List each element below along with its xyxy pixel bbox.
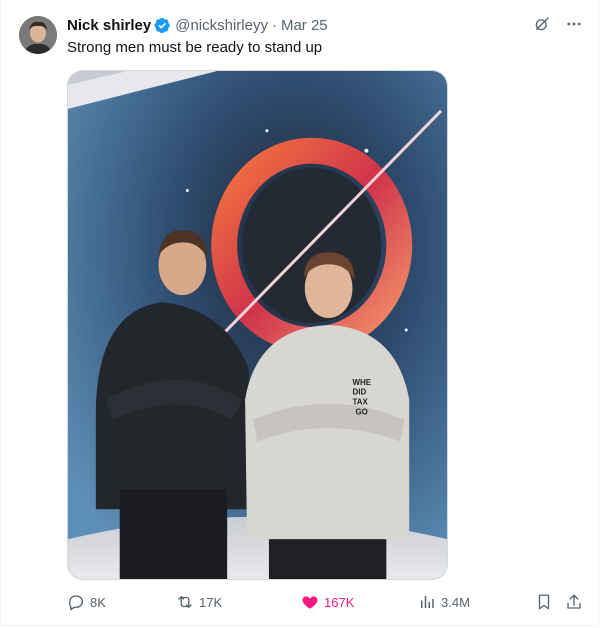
reply-icon [69, 595, 84, 611]
hoodie-text: WHE [352, 378, 371, 387]
photo-image: WHE DID TAX GO [68, 71, 447, 579]
share-button[interactable] [565, 593, 583, 611]
svg-text:GO: GO [355, 408, 367, 417]
tweet-date[interactable]: Mar 25 [281, 17, 328, 34]
svg-text:DID: DID [352, 388, 366, 397]
display-name[interactable]: Nick shirley [67, 17, 151, 34]
svg-text:TAX: TAX [352, 398, 368, 407]
like-button[interactable]: 167K [301, 593, 354, 611]
view-count: 3.4M [441, 594, 470, 610]
tweet-text: Strong men must be ready to stand up [67, 39, 323, 56]
tweet-photo[interactable]: WHE DID TAX GO [67, 70, 448, 580]
user-handle[interactable]: @nickshirleyy [175, 17, 268, 34]
reply-count: 8K [90, 594, 106, 610]
top-actions [532, 14, 584, 34]
repost-button[interactable]: 17K [176, 593, 222, 611]
verified-badge-icon[interactable] [154, 17, 171, 34]
separator-dot: · [271, 16, 277, 34]
heart-filled-icon [302, 596, 318, 609]
tweet-header: Nick shirley @nickshirleyy · Mar 25 [67, 14, 328, 36]
tweet-card[interactable]: Nick shirley @nickshirleyy · Mar 25 Stro… [0, 0, 599, 626]
avatar[interactable] [19, 16, 57, 54]
grok-icon[interactable] [532, 14, 552, 34]
repost-count: 17K [199, 594, 223, 610]
avatar-image [19, 16, 57, 54]
like-count: 167K [324, 594, 355, 610]
reply-button[interactable]: 8K [67, 593, 106, 611]
share-icon [567, 594, 581, 609]
bookmark-icon [538, 594, 550, 610]
tweet-actions: 8K 17K 167K 3.4M [67, 593, 587, 615]
bookmark-button[interactable] [535, 593, 553, 611]
repost-icon [178, 596, 192, 608]
views-button[interactable]: 3.4M [418, 593, 470, 611]
more-horizontal-icon[interactable] [564, 14, 584, 34]
views-bar-chart-icon [421, 596, 434, 608]
